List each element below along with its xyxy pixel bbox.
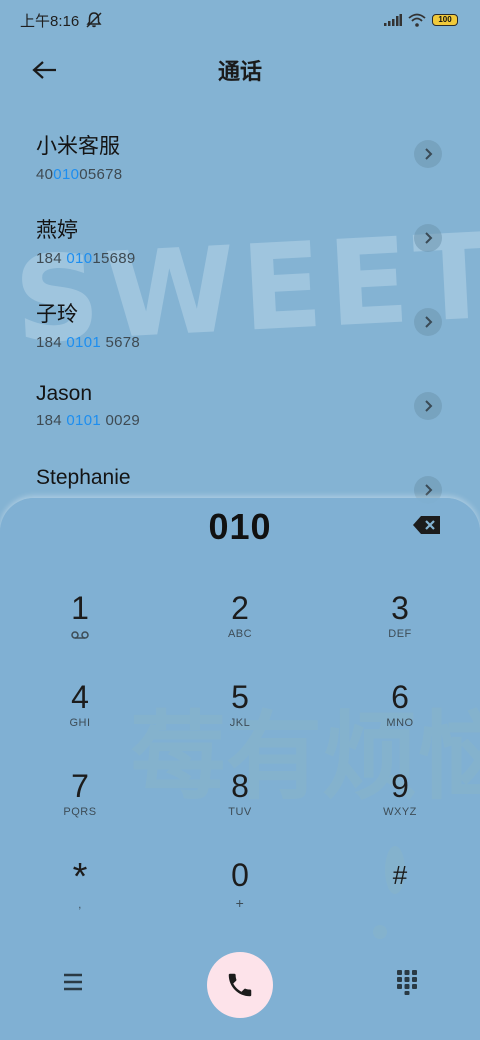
contact-detail-button[interactable] — [414, 140, 442, 168]
key-letters: GHI — [69, 717, 91, 729]
key-letters: PQRS — [63, 806, 97, 818]
key-5[interactable]: 5 JKL — [160, 679, 320, 768]
key-digit: 5 — [231, 679, 249, 715]
status-time: 上午8:16 — [20, 12, 80, 30]
contact-item[interactable]: 小米客服 4001005678 — [0, 112, 480, 196]
page-title: 通话 — [217, 59, 262, 84]
key-letters: DEF — [388, 628, 412, 640]
key-digit: 8 — [231, 768, 249, 804]
chevron-right-icon — [425, 484, 433, 496]
battery-icon: 100 — [432, 14, 458, 26]
key-digit: 7 — [71, 768, 89, 804]
key-digit: 1 — [71, 590, 89, 626]
key-0[interactable]: 0 + — [160, 857, 320, 946]
key-4[interactable]: 4 GHI — [0, 679, 160, 768]
voicemail-icon — [71, 631, 89, 639]
key-star[interactable]: * , — [0, 857, 160, 946]
menu-button[interactable] — [60, 970, 86, 994]
wifi-icon — [408, 13, 426, 27]
key-digit: 2 — [231, 590, 249, 626]
signal-icon — [384, 14, 402, 26]
key-digit: # — [392, 860, 408, 890]
key-digit: 3 — [391, 590, 409, 626]
contact-number: 184 0101 5678 — [36, 334, 141, 351]
dialer-bottom-bar — [0, 946, 480, 1018]
contact-item[interactable]: 燕婷 184 01015689 — [0, 196, 480, 280]
key-letters: TUV — [228, 806, 252, 818]
contact-item[interactable]: 子玲 184 0101 5678 — [0, 280, 480, 364]
keypad-toggle-button[interactable] — [394, 968, 420, 996]
key-letters: ABC — [227, 628, 253, 640]
header: 通话 — [0, 46, 480, 94]
key-letters: + — [235, 895, 245, 911]
keypad: 1 2 ABC 3 DEF 4 GHI 5 JKL 6 MNO 7 PQRS 8… — [0, 590, 480, 946]
contact-detail-button[interactable] — [414, 392, 442, 420]
chevron-right-icon — [425, 400, 433, 412]
call-button[interactable] — [207, 952, 273, 1018]
key-3[interactable]: 3 DEF — [320, 590, 480, 679]
dialpad-sheet: 010 1 2 ABC 3 DEF 4 GHI 5 JKL 6 MNO 7 PQ… — [0, 498, 480, 1040]
key-8[interactable]: 8 TUV — [160, 768, 320, 857]
menu-icon — [64, 973, 82, 991]
contact-number: 4001005678 — [36, 166, 123, 183]
dialed-number: 010 — [208, 506, 272, 547]
chevron-right-icon — [425, 316, 433, 328]
dialpad-icon — [397, 970, 417, 995]
contact-list: 小米客服 4001005678 燕婷 184 01015689 子玲 184 0… — [0, 112, 480, 532]
key-7[interactable]: 7 PQRS — [0, 768, 160, 857]
key-digit: 4 — [71, 679, 89, 715]
key-hash[interactable]: # — [320, 857, 480, 946]
status-bar: 上午8:16 100 — [0, 0, 480, 40]
backspace-button[interactable] — [412, 514, 442, 536]
contact-number: 184 01015689 — [36, 250, 136, 267]
key-digit: 9 — [391, 768, 409, 804]
key-letters: , — [78, 899, 82, 911]
key-digit: * — [72, 856, 88, 898]
key-2[interactable]: 2 ABC — [160, 590, 320, 679]
mute-bell-icon — [86, 12, 102, 28]
contact-detail-button[interactable] — [414, 224, 442, 252]
key-1[interactable]: 1 — [0, 590, 160, 679]
key-9[interactable]: 9 WXYZ — [320, 768, 480, 857]
back-arrow-icon — [32, 61, 56, 79]
chevron-right-icon — [425, 232, 433, 244]
contact-name: Stephanie — [36, 466, 131, 489]
key-digit: 0 — [231, 857, 249, 893]
back-button[interactable] — [28, 54, 62, 86]
key-letters: WXYZ — [383, 806, 417, 818]
contact-item[interactable]: Jason 184 0101 0029 — [0, 364, 480, 448]
contact-detail-button[interactable] — [414, 308, 442, 336]
backspace-icon — [413, 516, 440, 534]
chevron-right-icon — [425, 148, 433, 160]
phone-icon — [228, 973, 252, 997]
contact-number: 184 0101 0029 — [36, 412, 141, 429]
key-letters: MNO — [386, 717, 414, 729]
key-letters: JKL — [229, 717, 251, 729]
key-6[interactable]: 6 MNO — [320, 679, 480, 768]
contact-name: Jason — [36, 382, 93, 405]
key-digit: 6 — [391, 679, 409, 715]
